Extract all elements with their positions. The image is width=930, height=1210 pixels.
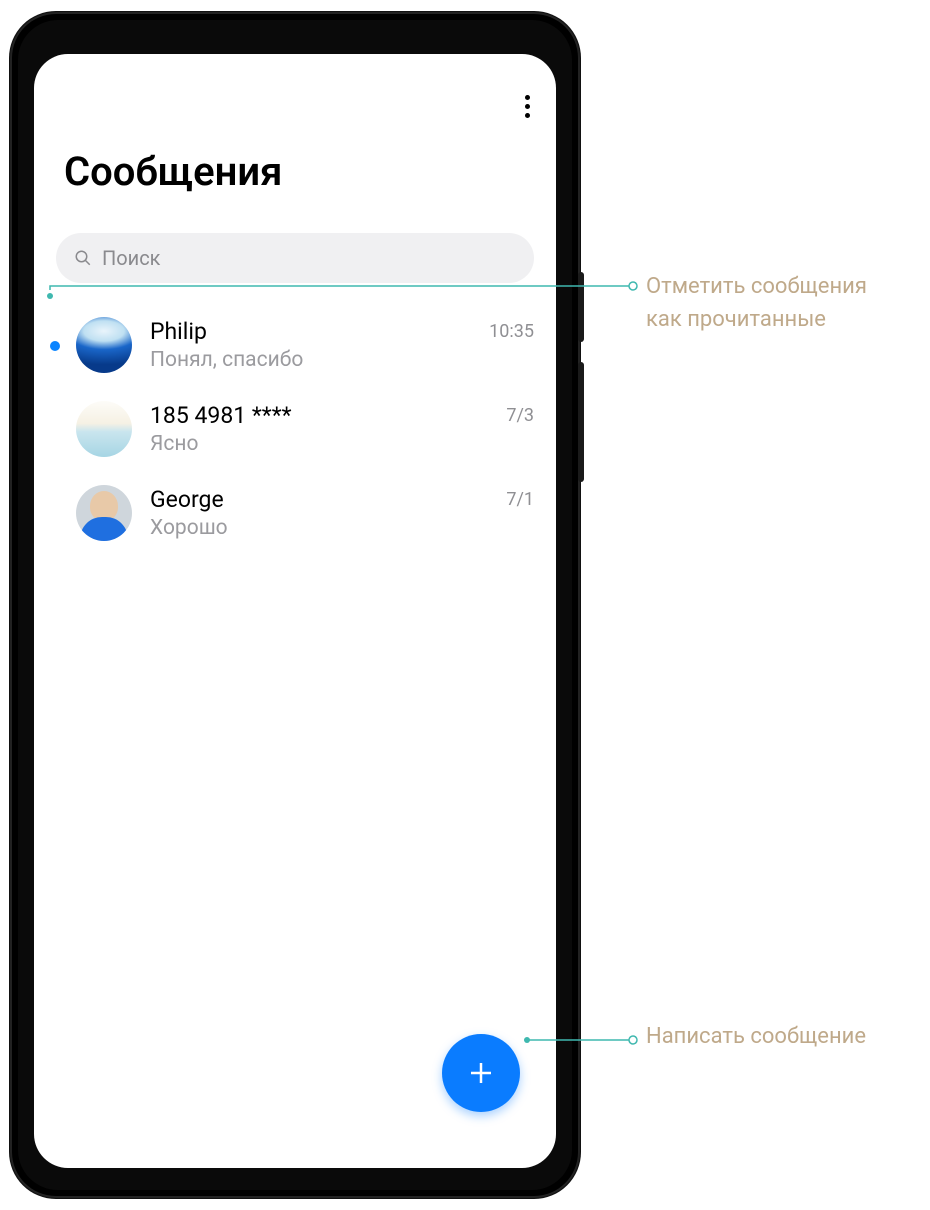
callout-mark-read: Отметить сообщения как прочитанные <box>646 270 906 336</box>
avatar <box>76 485 132 541</box>
phone-frame: Сообщения Поиск Philip Понял, спас <box>10 12 580 1198</box>
more-options-button[interactable] <box>512 91 542 121</box>
conversation-row[interactable]: 185 4981 **** Ясно 7/3 <box>34 387 556 471</box>
search-placeholder: Поиск <box>102 246 161 270</box>
avatar <box>76 317 132 373</box>
conversation-preview: Ясно <box>150 432 506 456</box>
conversation-main: George Хорошо <box>150 486 506 540</box>
conversation-row[interactable]: George Хорошо 7/1 <box>34 471 556 555</box>
search-input[interactable]: Поиск <box>56 233 534 283</box>
compose-button[interactable] <box>442 1034 520 1112</box>
page-title: Сообщения <box>34 126 556 203</box>
conversation-name: 185 4981 **** <box>150 402 506 430</box>
conversation-main: 185 4981 **** Ясно <box>150 402 506 456</box>
conversation-list: Philip Понял, спасибо 10:35 185 4981 ***… <box>34 293 556 555</box>
conversation-row[interactable]: Philip Понял, спасибо 10:35 <box>34 303 556 387</box>
search-container: Поиск <box>34 203 556 293</box>
phone-bezel: Сообщения Поиск Philip Понял, спас <box>18 20 572 1190</box>
conversation-name: Philip <box>150 318 489 346</box>
callout-compose: Написать сообщение <box>646 1020 866 1053</box>
search-icon <box>74 249 92 267</box>
phone-side-button <box>578 272 584 342</box>
conversation-time: 10:35 <box>489 321 534 342</box>
avatar <box>76 401 132 457</box>
conversation-time: 7/3 <box>506 405 534 426</box>
unread-indicator <box>50 341 60 351</box>
conversation-preview: Хорошо <box>150 516 506 540</box>
conversation-name: George <box>150 486 506 514</box>
app-header <box>34 82 556 126</box>
status-bar <box>34 54 556 82</box>
conversation-time: 7/1 <box>506 489 534 510</box>
phone-side-button <box>578 362 584 482</box>
conversation-preview: Понял, спасибо <box>150 348 489 372</box>
conversation-main: Philip Понял, спасибо <box>150 318 489 372</box>
plus-icon <box>466 1058 496 1088</box>
screen: Сообщения Поиск Philip Понял, спас <box>34 54 556 1168</box>
